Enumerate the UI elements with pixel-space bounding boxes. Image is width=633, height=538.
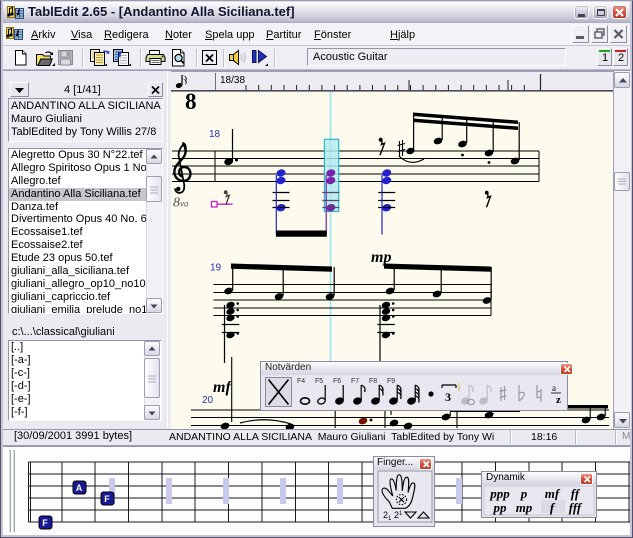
svg-text:F: F	[104, 494, 110, 504]
svg-text:F9: F9	[387, 378, 395, 385]
svg-text:F4: F4	[297, 378, 305, 385]
svg-text:ppp: ppp	[489, 486, 510, 501]
svg-text:pp: pp	[493, 500, 508, 515]
svg-text:F5: F5	[315, 378, 323, 385]
svg-text:A: A	[76, 483, 83, 493]
svg-text:z: z	[556, 394, 561, 406]
svg-text:mp: mp	[516, 500, 533, 515]
svg-text:F8: F8	[369, 378, 377, 385]
svg-text:8: 8	[185, 89, 197, 114]
svg-text:F7: F7	[351, 378, 359, 385]
svg-text:8va: 8va	[173, 196, 189, 211]
svg-text:fff: fff	[569, 500, 583, 515]
svg-text:mf: mf	[545, 486, 561, 501]
svg-text:p: p	[520, 486, 528, 501]
svg-text:18/38: 18/38	[220, 75, 245, 86]
svg-text:20: 20	[202, 395, 214, 406]
svg-text:a: a	[552, 383, 556, 393]
svg-text:F6: F6	[333, 378, 341, 385]
svg-text:mp: mp	[371, 249, 391, 266]
svg-text:19: 19	[210, 263, 222, 274]
svg-text:mf: mf	[213, 379, 232, 396]
svg-text:18: 18	[209, 129, 221, 140]
svg-text:3: 3	[445, 390, 451, 404]
svg-text:F: F	[42, 518, 48, 528]
